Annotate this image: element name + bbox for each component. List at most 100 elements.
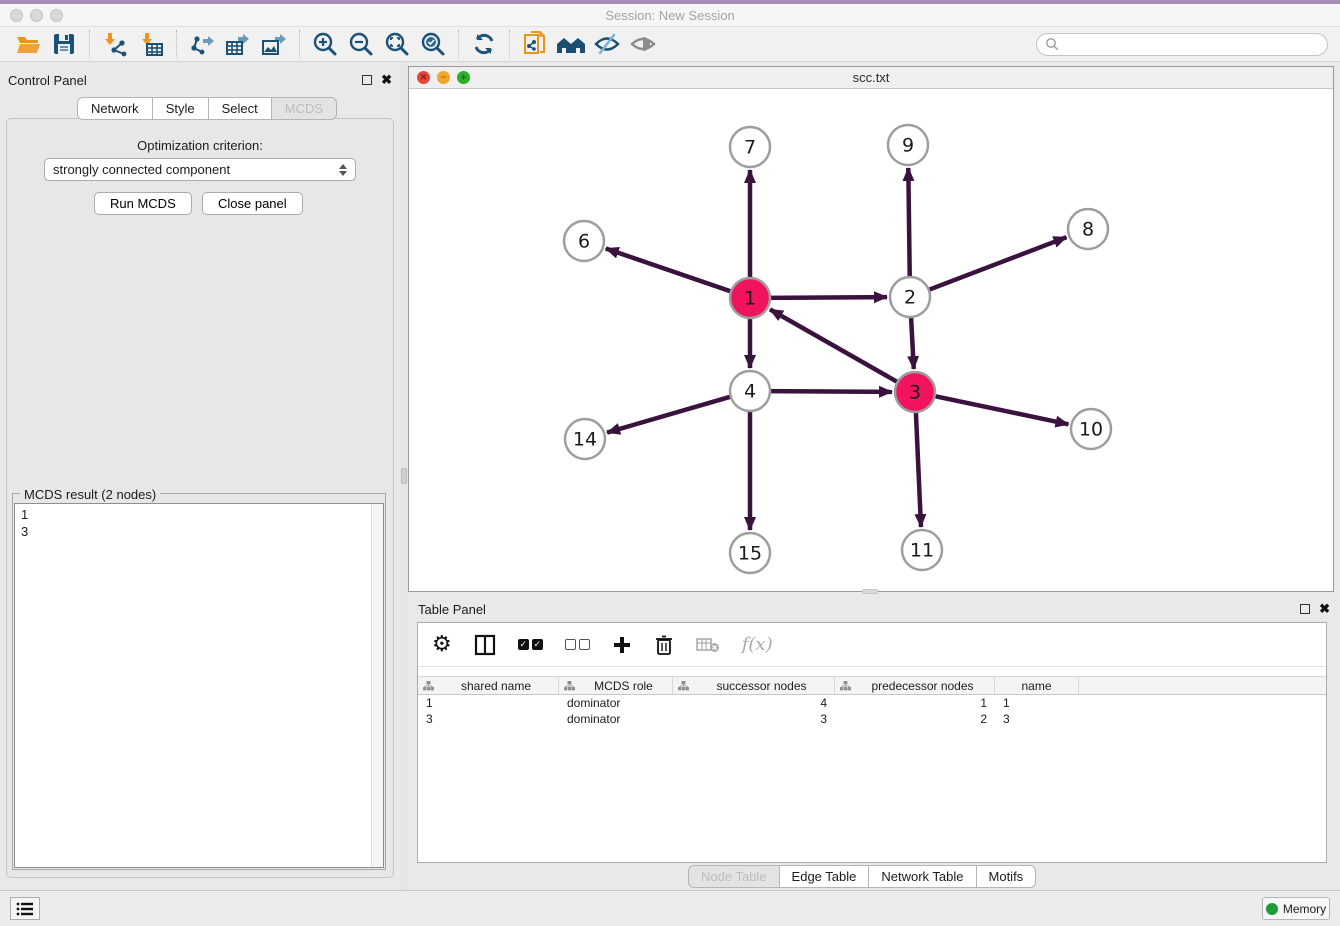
apply-layout-button[interactable] — [466, 29, 502, 59]
table-cell[interactable]: 4 — [673, 696, 835, 710]
toolbar-separator — [89, 30, 90, 58]
table-cell[interactable]: dominator — [559, 712, 673, 726]
graph-edge-3-10[interactable] — [933, 396, 1069, 425]
run-mcds-button[interactable]: Run MCDS — [94, 192, 192, 215]
memory-button[interactable]: Memory — [1262, 897, 1330, 920]
zoom-fit-button[interactable] — [379, 29, 415, 59]
control-panel-tabs: Network Style Select MCDS — [77, 97, 337, 120]
horizontal-splitter-handle[interactable] — [862, 589, 878, 594]
export-network-button[interactable] — [184, 29, 220, 59]
table-cell[interactable]: 2 — [835, 712, 995, 726]
column-header-MCDS-role[interactable]: MCDS role — [559, 677, 673, 694]
delete-table-icon — [696, 636, 720, 654]
delete-column-button[interactable] — [654, 634, 674, 656]
graph-edge-1-2[interactable] — [768, 297, 887, 298]
import-network-icon — [102, 31, 128, 57]
close-panel-button[interactable]: Close panel — [202, 192, 303, 215]
export-table-button[interactable] — [220, 29, 256, 59]
list-icon — [16, 902, 34, 916]
toolbar-separator — [458, 30, 459, 58]
table-body: 1dominator4113dominator323 — [418, 695, 1326, 727]
graph-edge-4-14[interactable] — [607, 396, 733, 433]
control-panel-header: Control Panel ✖ — [8, 70, 392, 90]
column-header-label: shared name — [434, 679, 558, 693]
close-table-panel-icon[interactable]: ✖ — [1319, 604, 1330, 614]
save-session-button[interactable] — [46, 29, 82, 59]
graph-edge-3-1[interactable] — [770, 309, 899, 383]
graph-edge-4-3[interactable] — [768, 391, 892, 392]
export-image-button[interactable] — [256, 29, 292, 59]
tab-select[interactable]: Select — [208, 97, 272, 120]
first-neighbors-button[interactable] — [553, 29, 589, 59]
column-header-predecessor-nodes[interactable]: predecessor nodes — [835, 677, 995, 694]
table-cell[interactable]: dominator — [559, 696, 673, 710]
graph-edge-2-9[interactable] — [908, 168, 909, 279]
unselect-all-columns-button[interactable] — [565, 639, 590, 650]
delete-table-button[interactable] — [696, 636, 720, 654]
column-header-name[interactable]: name — [995, 677, 1079, 694]
minimize-window-icon[interactable] — [30, 9, 43, 22]
new-network-from-selection-button[interactable] — [517, 29, 553, 59]
tab-motifs[interactable]: Motifs — [976, 865, 1037, 888]
show-all-button[interactable] — [625, 29, 661, 59]
search-input[interactable] — [1064, 37, 1319, 51]
import-network-button[interactable] — [97, 29, 133, 59]
graph-edge-1-6[interactable] — [606, 248, 733, 292]
open-folder-icon — [15, 31, 41, 57]
vertical-splitter-handle[interactable] — [401, 468, 407, 484]
result-scrollbar[interactable] — [371, 504, 383, 867]
close-window-icon[interactable] — [10, 9, 23, 22]
zoom-window-icon[interactable] — [50, 9, 63, 22]
zoom-in-button[interactable] — [307, 29, 343, 59]
tab-network[interactable]: Network — [77, 97, 153, 120]
graph-edge-3-11[interactable] — [916, 410, 921, 527]
graph-node-label-11: 11 — [910, 540, 934, 562]
function-builder-button[interactable]: f(x) — [742, 634, 773, 655]
select-all-columns-button[interactable]: ✓ ✓ — [518, 639, 543, 650]
table-cell[interactable]: 1 — [418, 696, 559, 710]
table-row[interactable]: 3dominator323 — [418, 711, 1326, 727]
table-cell[interactable]: 1 — [835, 696, 995, 710]
table-settings-button[interactable]: ⚙ — [432, 632, 452, 657]
export-network-icon — [189, 31, 215, 57]
network-graph[interactable]: 7968124314101511 — [409, 89, 1333, 591]
zoom-out-button[interactable] — [343, 29, 379, 59]
table-cell[interactable]: 1 — [995, 696, 1079, 710]
column-header-successor-nodes[interactable]: successor nodes — [673, 677, 835, 694]
search-icon — [1045, 37, 1059, 51]
network-window-titlebar[interactable]: ✕ − + scc.txt — [409, 67, 1333, 89]
table-panel-header: Table Panel ✖ — [418, 600, 1330, 618]
export-image-icon — [261, 31, 287, 57]
import-table-button[interactable] — [133, 29, 169, 59]
open-session-button[interactable] — [10, 29, 46, 59]
column-header-shared-name[interactable]: shared name — [418, 677, 559, 694]
graph-edge-2-8[interactable] — [927, 237, 1067, 290]
zoom-selected-icon — [420, 31, 446, 57]
table-cell[interactable]: 3 — [673, 712, 835, 726]
toggle-columns-button[interactable] — [474, 634, 496, 656]
table-row[interactable]: 1dominator411 — [418, 695, 1326, 711]
table-cell[interactable]: 3 — [995, 712, 1079, 726]
search-box[interactable] — [1036, 33, 1328, 56]
toolbar-separator — [299, 30, 300, 58]
tab-network-table[interactable]: Network Table — [868, 865, 976, 888]
criterion-dropdown[interactable]: strongly connected component — [44, 158, 356, 181]
checked-box-icon: ✓ — [518, 639, 529, 650]
tab-style[interactable]: Style — [152, 97, 209, 120]
graph-edge-2-3[interactable] — [911, 315, 914, 369]
hierarchy-icon — [564, 681, 575, 691]
close-panel-icon[interactable]: ✖ — [381, 75, 392, 85]
float-panel-icon[interactable] — [362, 75, 372, 85]
tab-mcds[interactable]: MCDS — [271, 97, 337, 120]
create-column-button[interactable] — [612, 635, 632, 655]
tab-edge-table[interactable]: Edge Table — [779, 865, 870, 888]
table-cell[interactable]: 3 — [418, 712, 559, 726]
task-history-button[interactable] — [10, 897, 40, 920]
zoom-selected-button[interactable] — [415, 29, 451, 59]
hide-selected-button[interactable] — [589, 29, 625, 59]
memory-status-icon — [1266, 903, 1278, 915]
node-table: shared nameMCDS rolesuccessor nodesprede… — [418, 676, 1326, 727]
float-table-panel-icon[interactable] — [1300, 604, 1310, 614]
tab-node-table[interactable]: Node Table — [688, 865, 780, 888]
mcds-result-textarea[interactable]: 1 3 — [14, 503, 384, 868]
